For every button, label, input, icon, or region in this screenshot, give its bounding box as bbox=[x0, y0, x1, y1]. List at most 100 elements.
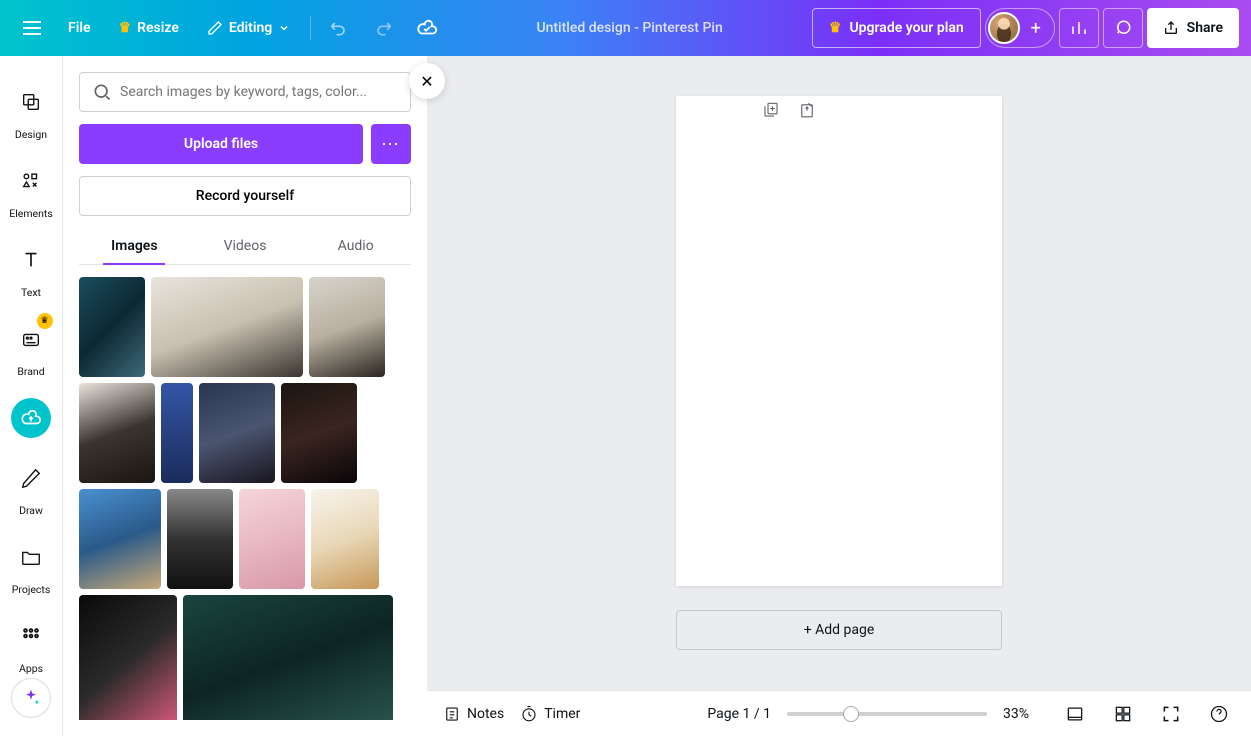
uploads-icon bbox=[11, 398, 51, 438]
elements-icon bbox=[11, 161, 51, 201]
chart-icon bbox=[1070, 19, 1088, 37]
rail-uploads[interactable] bbox=[0, 388, 63, 448]
crown-icon: ♛ bbox=[119, 20, 132, 36]
search-input[interactable] bbox=[120, 84, 398, 100]
image-gallery bbox=[79, 277, 411, 720]
timer-button[interactable]: Timer bbox=[520, 705, 580, 723]
image-thumbnail[interactable] bbox=[199, 383, 275, 483]
side-rail: Design Elements Text ♛ Brand Draw Projec… bbox=[0, 56, 63, 736]
close-panel-button[interactable]: ✕ bbox=[409, 63, 445, 99]
notes-button[interactable]: Notes bbox=[443, 705, 504, 723]
page-indicator[interactable]: Page 1 / 1 bbox=[707, 706, 771, 722]
share-button[interactable]: Share bbox=[1147, 8, 1239, 48]
record-yourself-button[interactable]: Record yourself bbox=[79, 176, 411, 216]
apps-icon bbox=[11, 616, 51, 656]
image-thumbnail[interactable] bbox=[79, 489, 161, 589]
zoom-handle[interactable] bbox=[843, 706, 859, 722]
rail-label: Draw bbox=[19, 504, 43, 517]
help-button[interactable] bbox=[1203, 698, 1235, 730]
text-icon bbox=[11, 240, 51, 280]
tab-videos[interactable]: Videos bbox=[190, 228, 301, 264]
document-title[interactable]: Untitled design - Pinterest Pin bbox=[451, 20, 808, 36]
image-thumbnail[interactable] bbox=[309, 277, 385, 377]
design-page[interactable] bbox=[676, 96, 1002, 586]
image-thumbnail[interactable] bbox=[79, 277, 145, 377]
add-collaborator-button[interactable]: + bbox=[1020, 12, 1052, 44]
upload-files-button[interactable]: Upload files bbox=[79, 124, 363, 164]
timer-label: Timer bbox=[544, 706, 580, 722]
canvas-area: ✕ + Add page Notes Timer Page 1 / 1 33% bbox=[427, 56, 1251, 736]
projects-icon bbox=[11, 537, 51, 577]
undo-icon bbox=[329, 18, 349, 38]
rail-design[interactable]: Design bbox=[0, 72, 63, 151]
cloud-check-icon bbox=[416, 17, 438, 39]
upgrade-plan-button[interactable]: ♛ Upgrade your plan bbox=[812, 8, 981, 48]
editing-mode-dropdown[interactable]: Editing bbox=[195, 8, 302, 48]
timer-icon bbox=[520, 705, 538, 723]
resize-button[interactable]: ♛ Resize bbox=[107, 8, 191, 48]
resize-label: Resize bbox=[137, 20, 179, 36]
image-thumbnail[interactable] bbox=[161, 383, 193, 483]
image-thumbnail[interactable] bbox=[151, 277, 303, 377]
tab-audio[interactable]: Audio bbox=[300, 228, 411, 264]
rail-label: Elements bbox=[9, 207, 53, 220]
rail-brand[interactable]: ♛ Brand bbox=[0, 309, 63, 388]
rail-label: Brand bbox=[17, 365, 44, 378]
pencil-icon bbox=[207, 20, 223, 36]
user-avatar[interactable] bbox=[988, 12, 1020, 44]
add-page-button[interactable]: + Add page bbox=[676, 610, 1002, 650]
draw-icon bbox=[11, 458, 51, 498]
image-thumbnail[interactable] bbox=[281, 383, 357, 483]
search-icon bbox=[92, 82, 112, 102]
upload-more-button[interactable]: ⋯ bbox=[371, 124, 411, 164]
sparkle-icon bbox=[21, 688, 41, 708]
image-thumbnail[interactable] bbox=[167, 489, 233, 589]
tab-images[interactable]: Images bbox=[79, 228, 190, 264]
search-input-wrapper[interactable] bbox=[79, 72, 411, 112]
crown-badge-icon: ♛ bbox=[37, 313, 53, 329]
fullscreen-button[interactable] bbox=[1155, 698, 1187, 730]
image-thumbnail[interactable] bbox=[311, 489, 379, 589]
page-toolbar bbox=[759, 98, 819, 122]
share-icon bbox=[1163, 20, 1179, 36]
page-view-button[interactable] bbox=[1059, 698, 1091, 730]
magic-button[interactable] bbox=[11, 678, 51, 718]
rail-apps[interactable]: Apps bbox=[0, 606, 63, 685]
hamburger-menu[interactable] bbox=[12, 8, 52, 48]
rail-text[interactable]: Text bbox=[0, 230, 63, 309]
image-thumbnail[interactable] bbox=[79, 595, 177, 720]
uploads-panel: Upload files ⋯ Record yourself Images Vi… bbox=[63, 56, 427, 736]
grid-view-button[interactable] bbox=[1107, 698, 1139, 730]
image-thumbnail[interactable] bbox=[239, 489, 305, 589]
canvas-viewport[interactable]: + Add page bbox=[427, 56, 1251, 690]
crown-icon: ♛ bbox=[829, 20, 842, 36]
redo-button[interactable] bbox=[363, 8, 403, 48]
undo-button[interactable] bbox=[319, 8, 359, 48]
rail-elements[interactable]: Elements bbox=[0, 151, 63, 230]
cloud-sync-button[interactable] bbox=[407, 8, 447, 48]
rail-label: Design bbox=[15, 128, 47, 141]
notes-icon bbox=[443, 705, 461, 723]
zoom-value[interactable]: 33% bbox=[1003, 706, 1043, 722]
comments-button[interactable] bbox=[1103, 8, 1143, 48]
collaborators: + bbox=[985, 8, 1055, 48]
rail-projects[interactable]: Projects bbox=[0, 527, 63, 606]
separator bbox=[310, 16, 311, 40]
chat-icon bbox=[1114, 19, 1132, 37]
top-header: File ♛ Resize Editing Untitled design - … bbox=[0, 0, 1251, 56]
notes-label: Notes bbox=[467, 706, 504, 722]
page-export-button[interactable] bbox=[795, 98, 819, 122]
editing-label: Editing bbox=[229, 20, 272, 36]
image-thumbnail[interactable] bbox=[183, 595, 393, 720]
upgrade-label: Upgrade your plan bbox=[849, 20, 963, 36]
analytics-button[interactable] bbox=[1059, 8, 1099, 48]
rail-draw[interactable]: Draw bbox=[0, 448, 63, 527]
zoom-slider[interactable] bbox=[787, 712, 987, 716]
duplicate-page-button[interactable] bbox=[759, 98, 783, 122]
image-thumbnail[interactable] bbox=[79, 383, 155, 483]
file-menu[interactable]: File bbox=[56, 8, 103, 48]
share-label: Share bbox=[1187, 20, 1223, 36]
rail-label: Apps bbox=[19, 662, 43, 675]
redo-icon bbox=[373, 18, 393, 38]
rail-label: Projects bbox=[12, 583, 51, 596]
